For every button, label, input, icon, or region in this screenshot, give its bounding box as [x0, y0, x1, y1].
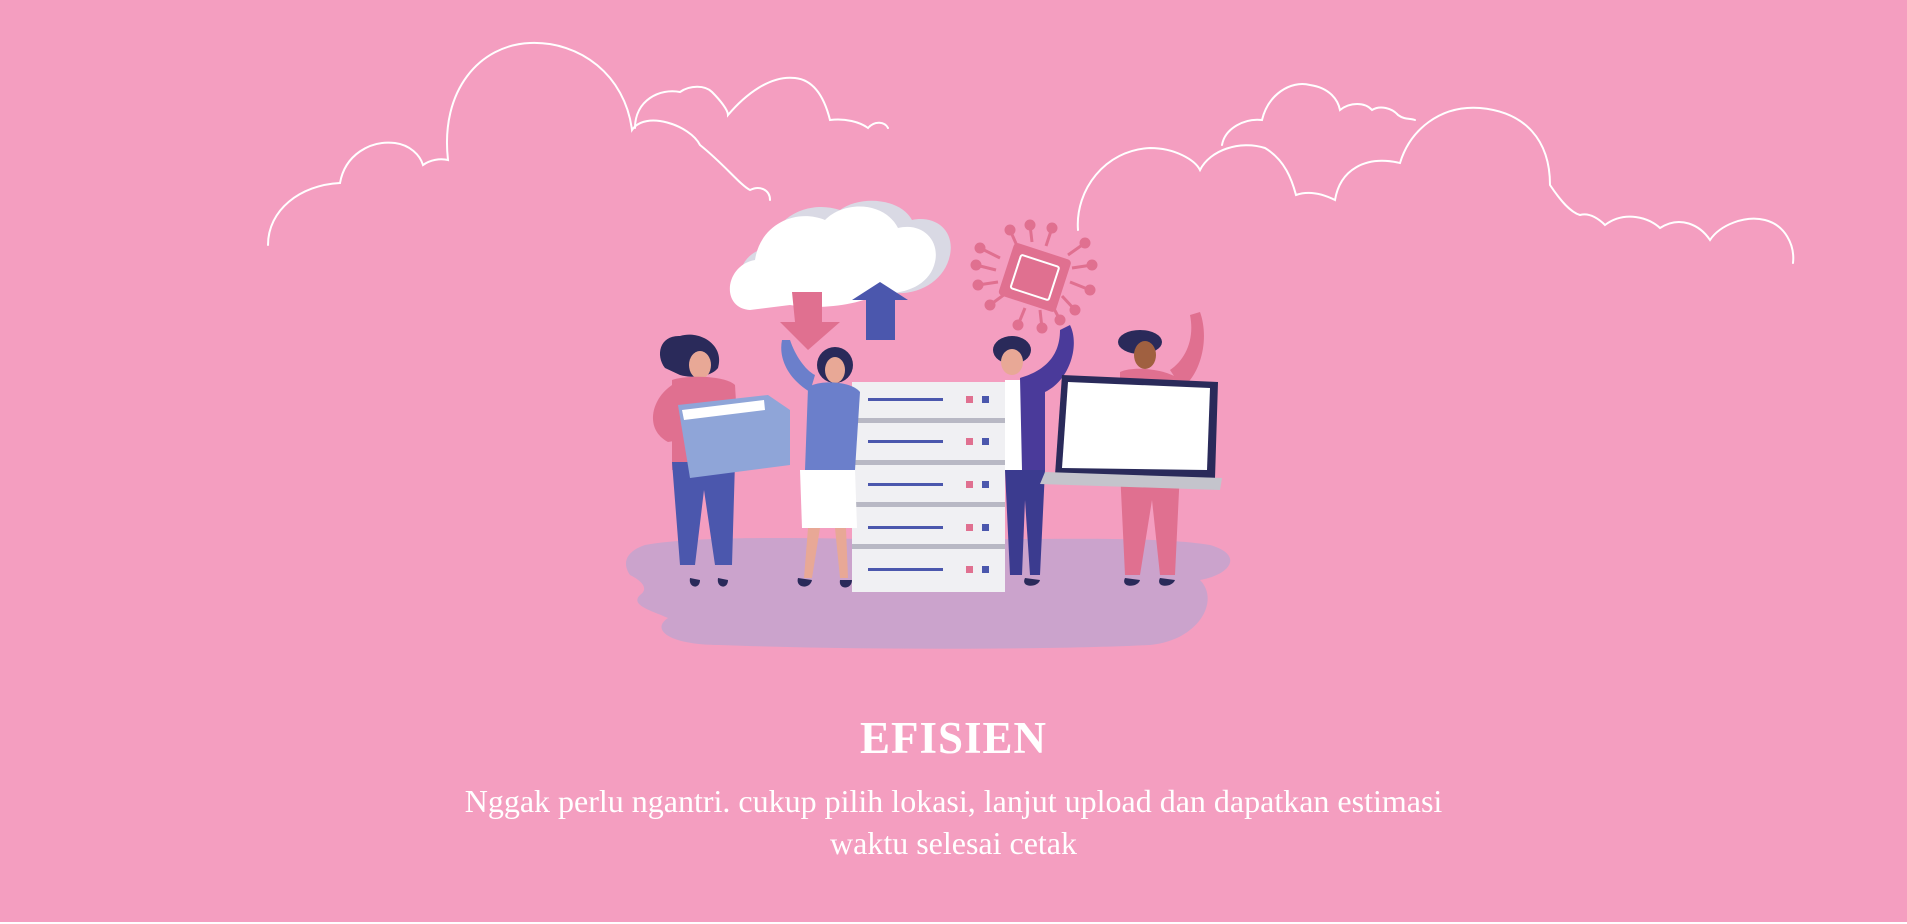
cloud-icon: [729, 200, 951, 310]
server-icon: [852, 382, 1005, 592]
feature-description-line: Nggak perlu ngantri. cukup pilih lokasi,…: [464, 783, 1443, 819]
cloud-outline-icon: [1076, 83, 1795, 264]
feature-banner: EFISIEN Nggak perlu ngantri. cukup pilih…: [0, 0, 1907, 924]
feature-title: EFISIEN: [859, 713, 1048, 763]
feature-description-line: waktu selesai cetak: [830, 825, 1077, 861]
feature-description: Nggak perlu ngantri. cukup pilih lokasi,…: [380, 780, 1527, 864]
laptop-icon: [1040, 375, 1222, 490]
chip-icon: [970, 219, 1098, 334]
folder-icon: [678, 395, 790, 478]
